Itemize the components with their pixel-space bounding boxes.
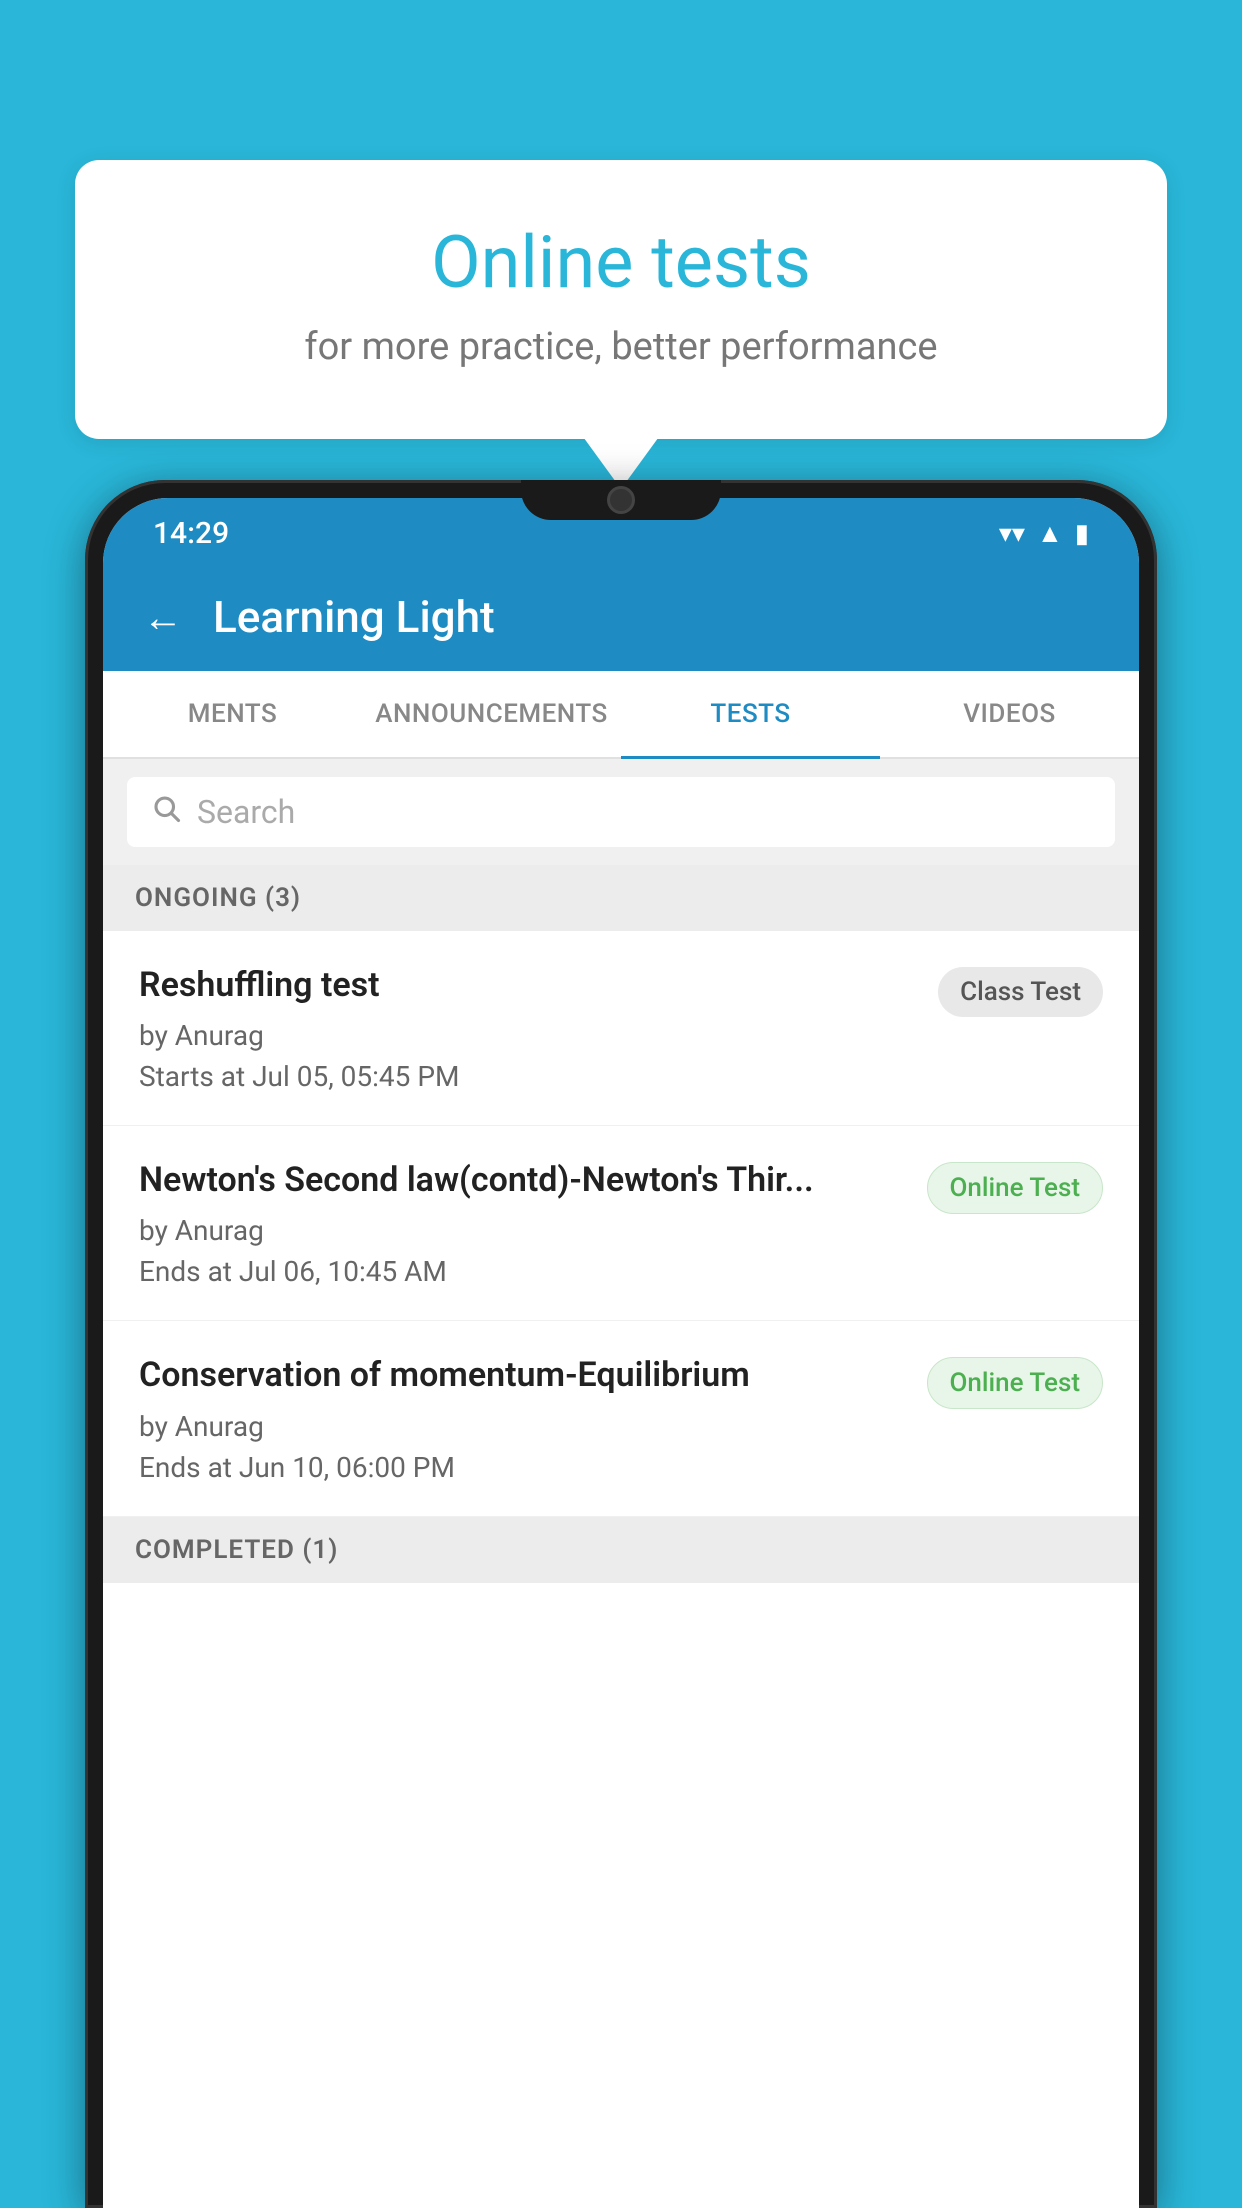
test-item-1[interactable]: Reshuffling test by Anurag Starts at Jul…: [103, 931, 1139, 1126]
phone-wrapper: 14:29 ▾▾ ▲ ▮ ← Learning Light MENTS ANNO…: [85, 480, 1157, 2208]
test-badge-3: Online Test: [927, 1357, 1104, 1409]
search-input-wrapper[interactable]: Search: [127, 777, 1115, 847]
test-author-3: by Anurag: [139, 1410, 907, 1443]
test-date-1: Starts at Jul 05, 05:45 PM: [139, 1060, 918, 1093]
test-date-3: Ends at Jun 10, 06:00 PM: [139, 1451, 907, 1484]
phone-outer: 14:29 ▾▾ ▲ ▮ ← Learning Light MENTS ANNO…: [85, 480, 1157, 2208]
test-item-2[interactable]: Newton's Second law(contd)-Newton's Thir…: [103, 1126, 1139, 1321]
search-placeholder-text: Search: [197, 793, 295, 831]
test-author-1: by Anurag: [139, 1019, 918, 1052]
tabs-bar: MENTS ANNOUNCEMENTS TESTS VIDEOS: [103, 671, 1139, 759]
tab-tests[interactable]: TESTS: [621, 671, 880, 757]
test-info-1: Reshuffling test by Anurag Starts at Jul…: [139, 963, 918, 1093]
speech-bubble: Online tests for more practice, better p…: [75, 160, 1167, 439]
test-date-2: Ends at Jul 06, 10:45 AM: [139, 1255, 907, 1288]
battery-icon: ▮: [1075, 519, 1089, 549]
app-header-title: Learning Light: [213, 591, 495, 643]
back-button[interactable]: ←: [143, 594, 183, 641]
signal-icon: ▲: [1037, 518, 1063, 549]
test-name-3: Conservation of momentum-Equilibrium: [139, 1353, 907, 1397]
test-info-2: Newton's Second law(contd)-Newton's Thir…: [139, 1158, 907, 1288]
phone-screen: 14:29 ▾▾ ▲ ▮ ← Learning Light MENTS ANNO…: [103, 498, 1139, 2208]
ongoing-section-header: ONGOING (3): [103, 865, 1139, 931]
status-time: 14:29: [153, 516, 229, 551]
test-name-2: Newton's Second law(contd)-Newton's Thir…: [139, 1158, 907, 1202]
search-icon: [151, 793, 181, 831]
bubble-title: Online tests: [155, 220, 1087, 305]
test-item-3[interactable]: Conservation of momentum-Equilibrium by …: [103, 1321, 1139, 1516]
completed-section-header: COMPLETED (1): [103, 1517, 1139, 1583]
tab-announcements[interactable]: ANNOUNCEMENTS: [362, 671, 621, 757]
tests-list: Reshuffling test by Anurag Starts at Jul…: [103, 931, 1139, 2208]
test-badge-2: Online Test: [927, 1162, 1104, 1214]
bubble-subtitle: for more practice, better performance: [155, 325, 1087, 369]
speech-bubble-container: Online tests for more practice, better p…: [75, 160, 1167, 439]
test-author-2: by Anurag: [139, 1214, 907, 1247]
test-name-1: Reshuffling test: [139, 963, 918, 1007]
test-badge-1: Class Test: [938, 967, 1103, 1017]
tab-videos[interactable]: VIDEOS: [880, 671, 1139, 757]
search-container: Search: [103, 759, 1139, 865]
tab-ments[interactable]: MENTS: [103, 671, 362, 757]
status-icons: ▾▾ ▲ ▮: [999, 518, 1089, 549]
test-info-3: Conservation of momentum-Equilibrium by …: [139, 1353, 907, 1483]
app-header: ← Learning Light: [103, 563, 1139, 671]
wifi-icon: ▾▾: [999, 519, 1025, 549]
phone-notch: [521, 480, 721, 520]
phone-camera: [607, 486, 635, 514]
